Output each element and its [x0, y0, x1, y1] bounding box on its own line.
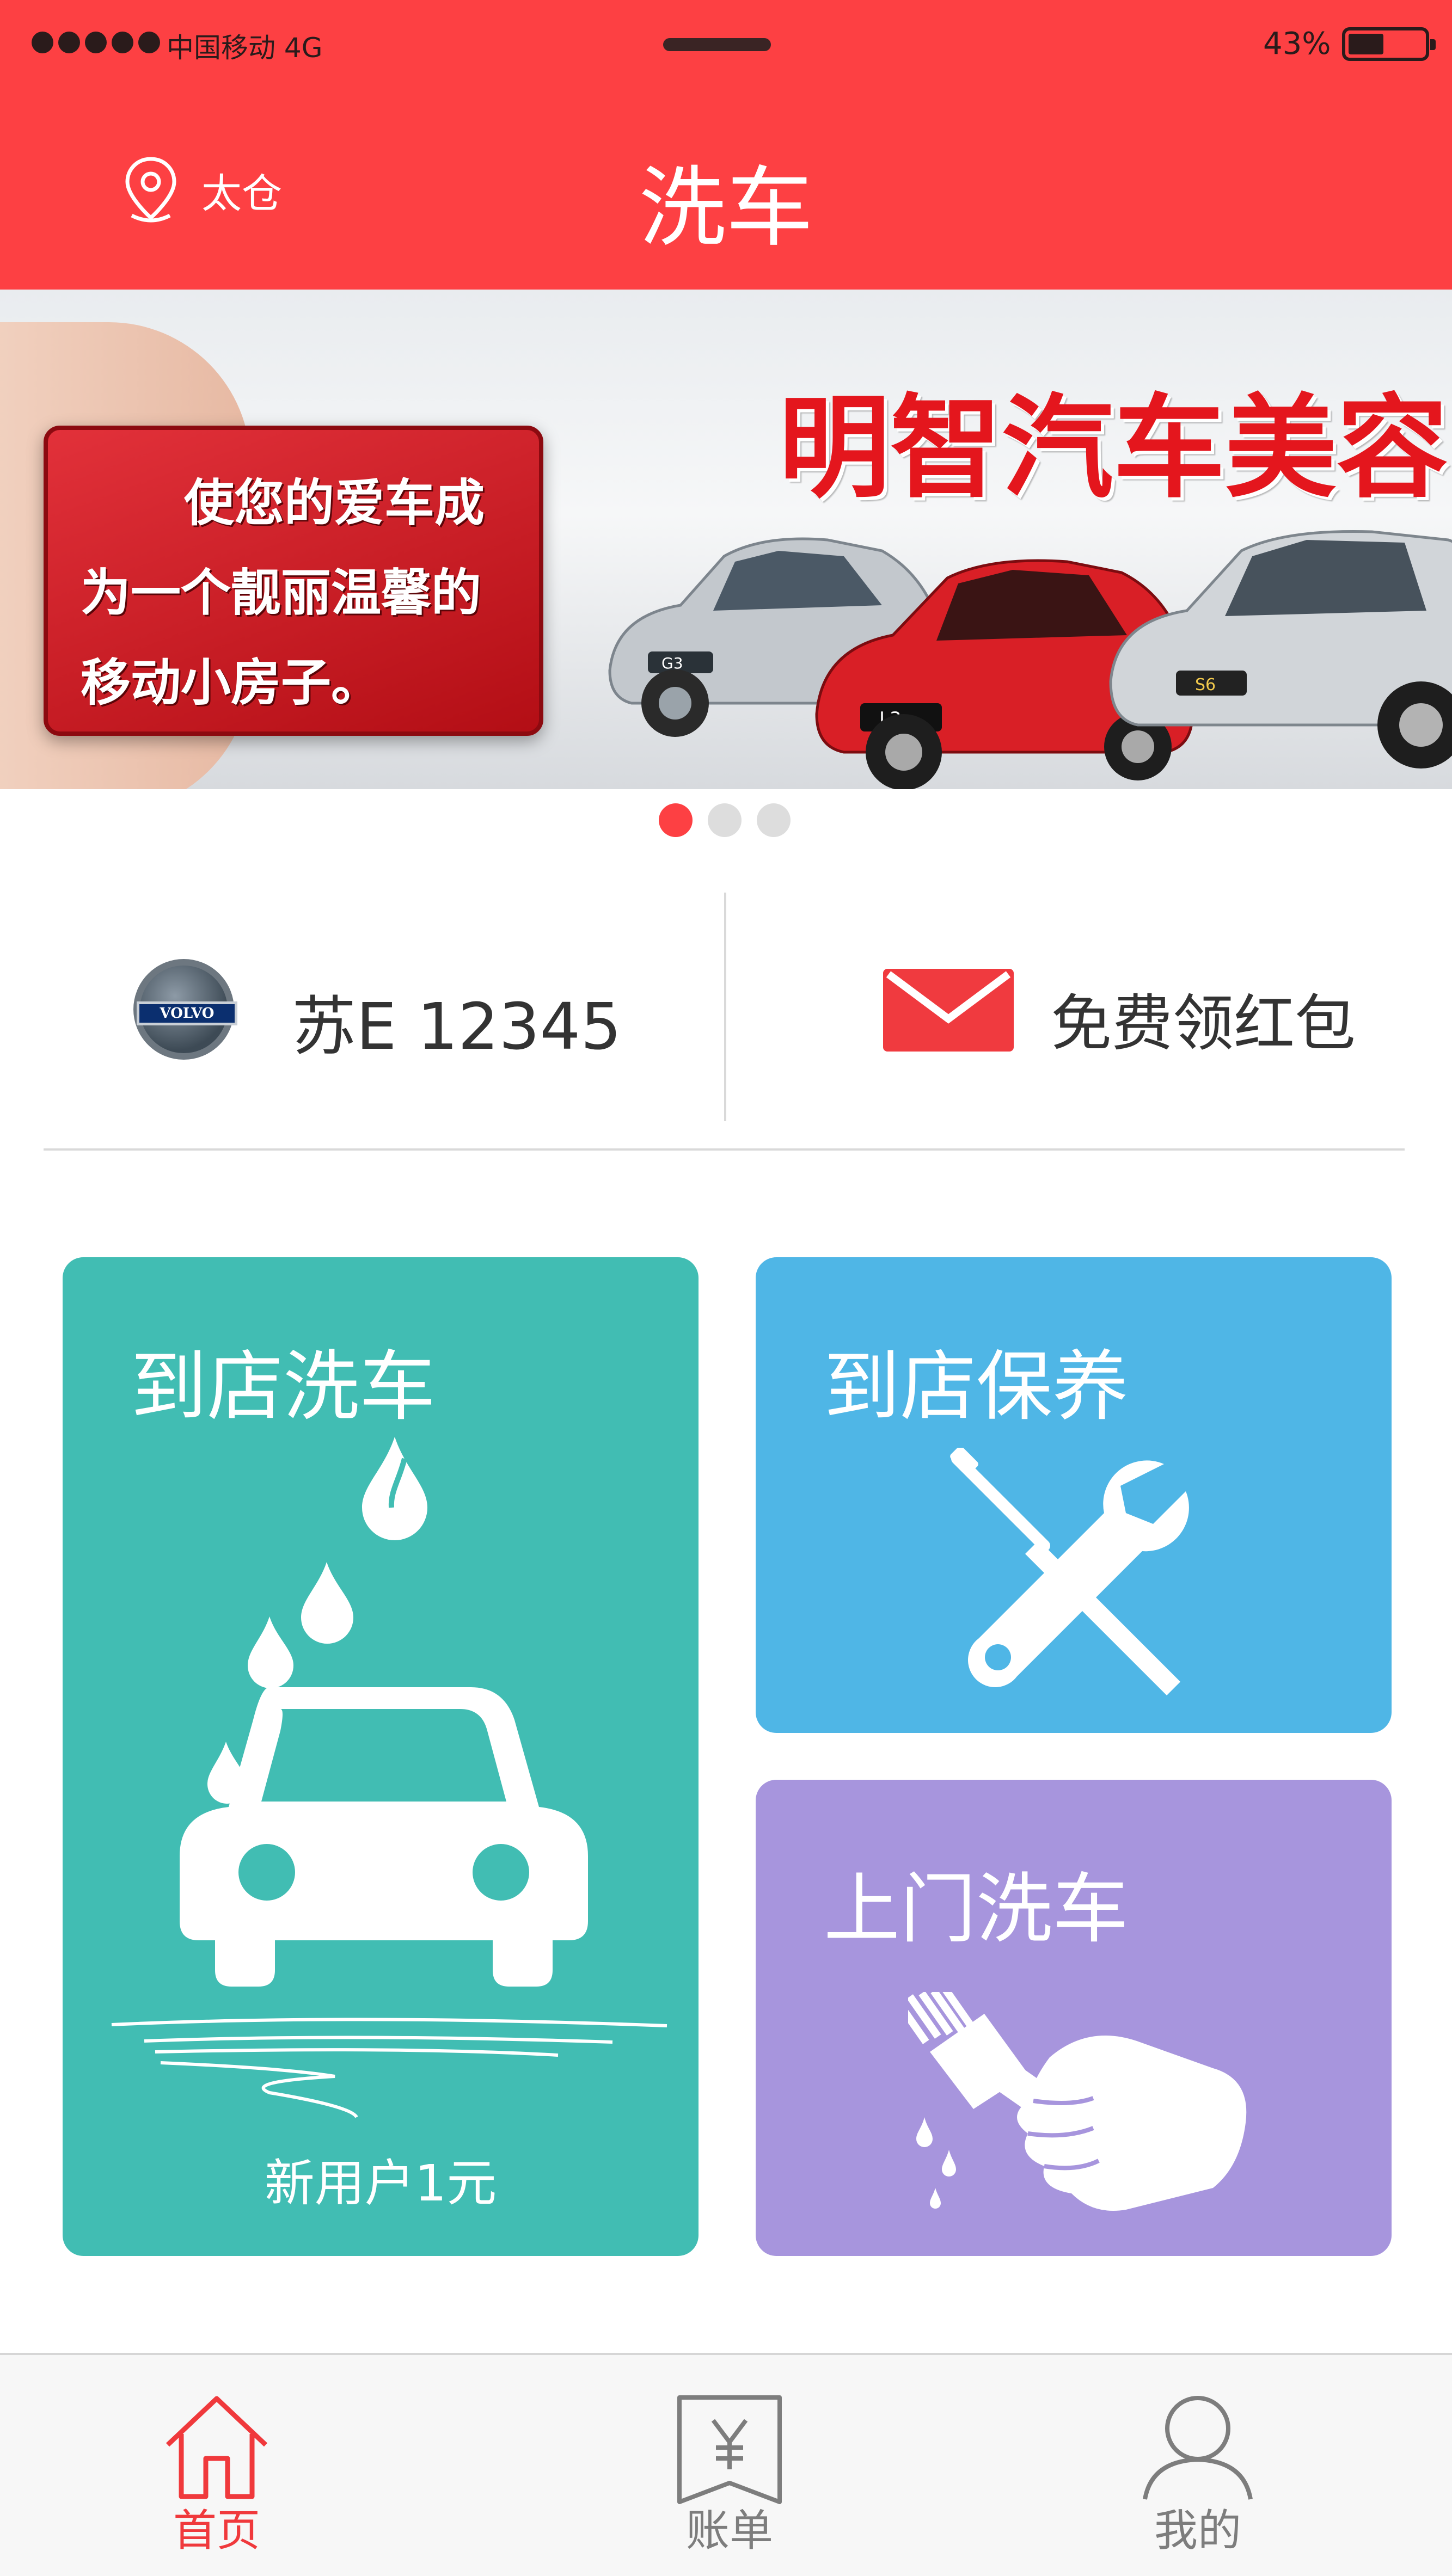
- svg-text:G3: G3: [661, 654, 683, 672]
- car-wash-icon: [111, 1437, 667, 2118]
- pagination-dot-active[interactable]: [659, 803, 693, 837]
- banner-card-line: 为一个靓丽温馨的: [81, 564, 482, 622]
- new-user-promo: 新用户1元: [264, 2154, 497, 2212]
- wrench-screwdriver-icon: [950, 1448, 1189, 1695]
- tab-bills[interactable]: 账单: [588, 2355, 871, 2576]
- tab-profile[interactable]: 我的: [1056, 2355, 1339, 2576]
- banner-headline: 明智汽车美容: [779, 384, 1448, 513]
- battery-percent: 43%: [1263, 26, 1331, 62]
- divider-horizontal: [44, 1148, 1405, 1151]
- pagination-dot[interactable]: [708, 803, 742, 837]
- status-bar: 中国移动 4G 43%: [0, 0, 1452, 90]
- tab-profile-label: 我的: [1154, 2505, 1241, 2556]
- volvo-logo: VOLVO: [133, 959, 237, 1060]
- red-packet-button[interactable]: 免费领红包: [726, 893, 1452, 1121]
- banner-card: 使您的爱车成 为一个靓丽温馨的 移动小房子。: [44, 426, 543, 736]
- home-wash-label: 上门洗车: [824, 1865, 1129, 1954]
- profile-icon: [1143, 2396, 1253, 2500]
- page-title: 洗车: [639, 157, 813, 259]
- home-icon: [166, 2396, 268, 2499]
- promo-banner[interactable]: 使您的爱车成 为一个靓丽温馨的 移动小房子。 明智汽车美容 G3 L3 S6: [0, 290, 1452, 789]
- cars-illustration: G3 L3 S6: [608, 530, 1452, 789]
- battery-icon: [1342, 27, 1436, 61]
- app-header: 太仓 洗车: [0, 90, 1452, 290]
- my-car-selector[interactable]: VOLVO 苏E 12345: [0, 893, 724, 1121]
- hand-brush-icon: [908, 1992, 1247, 2211]
- envelope-icon: [883, 969, 1014, 1052]
- carrier-name: 中国移动 4G: [167, 32, 323, 64]
- svg-text:S6: S6: [1195, 675, 1216, 694]
- tab-home-label: 首页: [173, 2505, 260, 2556]
- store-maintenance-tile[interactable]: 到店保养: [756, 1257, 1392, 1733]
- red-packet-label: 免费领红包: [1051, 988, 1356, 1059]
- car-info-bar: VOLVO 苏E 12345 免费领红包: [0, 893, 1452, 1121]
- bill-icon: [677, 2395, 782, 2504]
- pagination-dot[interactable]: [757, 803, 791, 837]
- store-wash-tile[interactable]: 到店洗车 新用户1元: [63, 1257, 699, 2256]
- store-maintenance-label: 到店保养: [824, 1343, 1129, 1431]
- bottom-tab-bar: 首页 账单 我的: [0, 2353, 1452, 2576]
- banner-card-line: 使您的爱车成: [184, 474, 485, 532]
- license-plate: 苏E 12345: [292, 989, 622, 1064]
- speaker-notch: [663, 38, 771, 51]
- signal-strength-icon: [32, 32, 160, 53]
- tab-home[interactable]: 首页: [75, 2355, 358, 2576]
- banner-pagination[interactable]: [659, 803, 791, 837]
- tab-bills-label: 账单: [686, 2505, 773, 2556]
- network-type: 4G: [284, 32, 323, 64]
- banner-card-line: 移动小房子。: [81, 654, 382, 712]
- store-wash-label: 到店洗车: [131, 1343, 436, 1431]
- home-wash-tile[interactable]: 上门洗车: [756, 1780, 1392, 2256]
